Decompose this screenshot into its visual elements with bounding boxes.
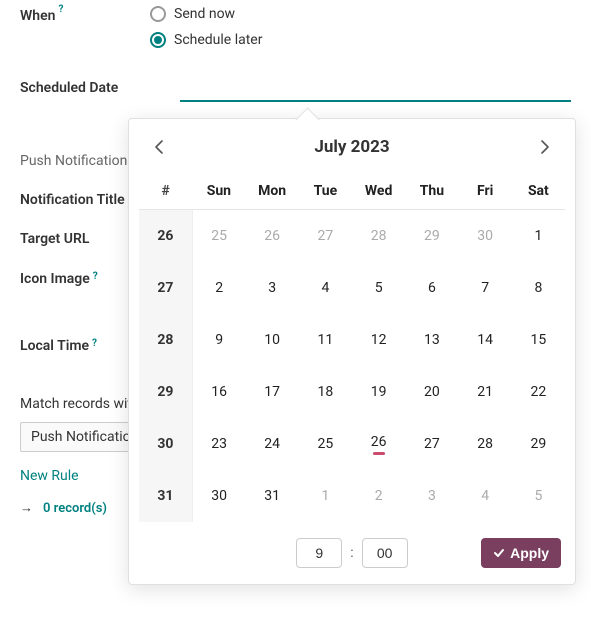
calendar-day[interactable]: 28: [459, 418, 512, 470]
calendar-day[interactable]: 15: [512, 314, 565, 366]
calendar-day[interactable]: 1: [299, 470, 352, 522]
chevron-right-icon: [540, 139, 550, 155]
calendar-day[interactable]: 5: [352, 262, 405, 314]
calendar-day[interactable]: 26: [246, 210, 299, 262]
check-icon: [493, 547, 505, 559]
calendar-day[interactable]: 17: [246, 366, 299, 418]
calendar-day[interactable]: 24: [246, 418, 299, 470]
when-label: When?: [20, 6, 150, 24]
calendar-day[interactable]: 8: [512, 262, 565, 314]
radio-icon-unchecked: [150, 6, 166, 22]
calendar-day[interactable]: 6: [405, 262, 458, 314]
calendar-day[interactable]: 30: [192, 470, 245, 522]
calendar-day[interactable]: 2: [352, 470, 405, 522]
calendar-day[interactable]: 25: [192, 210, 245, 262]
calendar-day[interactable]: 13: [405, 314, 458, 366]
week-number: 27: [139, 262, 192, 314]
calendar-day[interactable]: 27: [405, 418, 458, 470]
calendar-day[interactable]: 27: [299, 210, 352, 262]
apply-button[interactable]: Apply: [481, 538, 561, 568]
chevron-left-icon: [154, 139, 164, 155]
week-number: 26: [139, 210, 192, 262]
calendar-day[interactable]: 26: [352, 418, 405, 470]
hour-input[interactable]: [296, 538, 342, 568]
calendar-day[interactable]: 29: [512, 418, 565, 470]
calendar-day[interactable]: 4: [459, 470, 512, 522]
week-number: 29: [139, 366, 192, 418]
dow-mon: Mon: [246, 173, 299, 210]
calendar-day[interactable]: 31: [246, 470, 299, 522]
arrow-right-icon: →: [20, 501, 33, 516]
dow-wed: Wed: [352, 173, 405, 210]
time-colon: :: [350, 545, 353, 561]
scheduled-date-label: Scheduled Date: [20, 80, 180, 102]
calendar-day[interactable]: 5: [512, 470, 565, 522]
calendar-day[interactable]: 28: [352, 210, 405, 262]
calendar-day[interactable]: 19: [352, 366, 405, 418]
datepicker-popover: July 2023 # Sun Mon Tue Wed Thu Fri Sat …: [128, 118, 576, 585]
calendar-day[interactable]: 11: [299, 314, 352, 366]
calendar-day[interactable]: 21: [459, 366, 512, 418]
calendar-day[interactable]: 7: [459, 262, 512, 314]
dow-sat: Sat: [512, 173, 565, 210]
calendar-day[interactable]: 4: [299, 262, 352, 314]
weeknum-header: #: [139, 173, 192, 210]
calendar-day[interactable]: 14: [459, 314, 512, 366]
radio-schedule-later-label: Schedule later: [174, 32, 262, 48]
apply-button-label: Apply: [510, 545, 549, 561]
help-icon[interactable]: ?: [92, 338, 97, 349]
calendar-day[interactable]: 9: [192, 314, 245, 366]
help-icon[interactable]: ?: [58, 4, 63, 15]
week-number: 31: [139, 470, 192, 522]
calendar-day[interactable]: 20: [405, 366, 458, 418]
calendar-day[interactable]: 3: [405, 470, 458, 522]
calendar-day[interactable]: 1: [512, 210, 565, 262]
next-month-button[interactable]: [535, 137, 555, 157]
datepicker-title: July 2023: [314, 137, 389, 157]
dow-tue: Tue: [299, 173, 352, 210]
calendar-day[interactable]: 29: [405, 210, 458, 262]
calendar-day[interactable]: 30: [459, 210, 512, 262]
minute-input[interactable]: [362, 538, 408, 568]
calendar-day[interactable]: 23: [192, 418, 245, 470]
radio-icon-checked: [150, 32, 166, 48]
radio-send-now[interactable]: Send now: [150, 6, 262, 22]
radio-send-now-label: Send now: [174, 6, 235, 22]
scheduled-date-input[interactable]: [180, 72, 571, 102]
dow-sun: Sun: [192, 173, 245, 210]
help-icon[interactable]: ?: [93, 271, 98, 282]
week-number: 30: [139, 418, 192, 470]
calendar-day[interactable]: 22: [512, 366, 565, 418]
calendar-day[interactable]: 25: [299, 418, 352, 470]
calendar-day[interactable]: 3: [246, 262, 299, 314]
calendar-grid: # Sun Mon Tue Wed Thu Fri Sat 2625262728…: [139, 173, 565, 522]
calendar-day[interactable]: 10: [246, 314, 299, 366]
radio-schedule-later[interactable]: Schedule later: [150, 32, 262, 48]
prev-month-button[interactable]: [149, 137, 169, 157]
dow-fri: Fri: [459, 173, 512, 210]
calendar-day[interactable]: 16: [192, 366, 245, 418]
calendar-day[interactable]: 18: [299, 366, 352, 418]
calendar-day[interactable]: 12: [352, 314, 405, 366]
week-number: 28: [139, 314, 192, 366]
calendar-day[interactable]: 2: [192, 262, 245, 314]
dow-thu: Thu: [405, 173, 458, 210]
